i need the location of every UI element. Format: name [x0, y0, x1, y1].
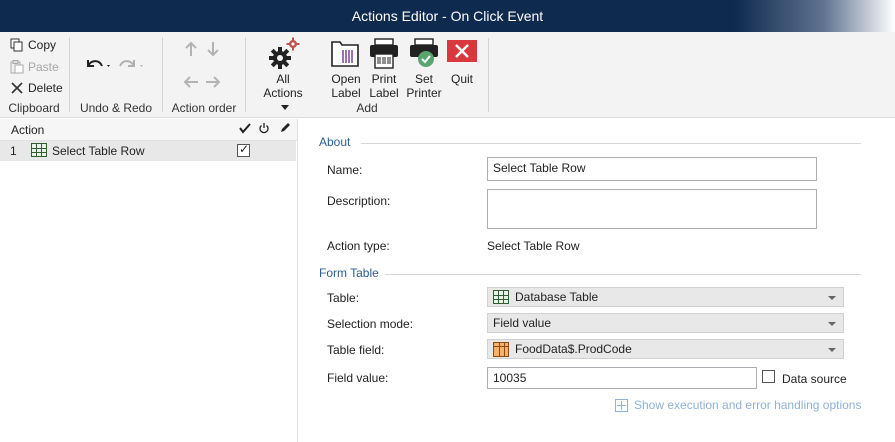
- chevron-down-icon: [828, 296, 836, 300]
- set-printer-button[interactable]: Set Printer: [404, 36, 444, 100]
- copy-button[interactable]: Copy: [10, 35, 56, 55]
- chevron-down-icon: [828, 348, 836, 352]
- move-up-icon: [185, 41, 197, 56]
- print-label-line2: Label: [369, 86, 399, 100]
- set-printer-icon: [407, 36, 441, 70]
- paste-label: Paste: [28, 60, 59, 74]
- section-divider: [361, 143, 861, 144]
- print-label-line1: Print: [371, 72, 397, 86]
- selection-mode-value: Field value: [493, 316, 552, 330]
- action-type-value: Select Table Row: [487, 239, 580, 253]
- description-label: Description:: [327, 194, 391, 208]
- selection-mode-label: Selection mode:: [327, 317, 414, 331]
- about-section-title: About: [319, 135, 351, 149]
- paste-button[interactable]: Paste: [10, 57, 59, 77]
- open-label-line2: Label: [331, 86, 361, 100]
- table-field-select[interactable]: FoodData$.ProdCode: [487, 339, 844, 359]
- quit-button[interactable]: Quit: [444, 36, 480, 86]
- all-actions-gear-icon: [266, 36, 300, 70]
- move-left-icon: [183, 76, 198, 88]
- move-down-button[interactable]: [205, 41, 221, 60]
- properties-pane: About Name: Select Table Row Description…: [299, 119, 895, 442]
- copy-icon: [10, 38, 24, 52]
- description-textarea[interactable]: [487, 189, 817, 229]
- all-actions-label-line1: All: [276, 72, 290, 86]
- check-icon: [238, 122, 252, 136]
- form-table-section-title: Form Table: [319, 266, 379, 280]
- name-input[interactable]: Select Table Row: [487, 157, 817, 181]
- open-label-line1: Open: [331, 72, 361, 86]
- table-select[interactable]: Database Table: [487, 287, 844, 307]
- set-printer-line2: Printer: [406, 86, 442, 100]
- table-field-value: FoodData$.ProdCode: [515, 342, 632, 356]
- table-select-value: Database Table: [515, 290, 599, 304]
- print-label-icon: [367, 36, 401, 70]
- table-icon: [493, 290, 509, 304]
- move-right-button[interactable]: [205, 74, 221, 93]
- data-source-label: Data source: [782, 372, 847, 386]
- name-label: Name:: [327, 163, 363, 177]
- set-printer-line1: Set: [414, 72, 433, 86]
- table-label: Table:: [327, 291, 360, 305]
- plus-icon: [615, 398, 628, 412]
- section-divider: [385, 274, 861, 275]
- pencil-icon: [278, 122, 292, 136]
- action-row-label: Select Table Row: [52, 144, 145, 158]
- action-enabled-checkbox[interactable]: [237, 142, 250, 157]
- undo-button[interactable]: [83, 56, 113, 74]
- data-source-checkbox[interactable]: [762, 370, 775, 383]
- undo-icon: [87, 60, 110, 67]
- action-row-number: 1: [10, 144, 17, 158]
- chevron-down-icon: [828, 322, 836, 326]
- delete-icon: [10, 81, 24, 95]
- move-up-button[interactable]: [183, 41, 199, 60]
- clipboard-group: Copy Paste Delete Clipboard: [0, 32, 68, 118]
- field-icon: [493, 341, 509, 357]
- add-group-label: Add: [356, 101, 378, 115]
- move-right-icon: [206, 76, 221, 88]
- action-row[interactable]: 1 Select Table Row: [0, 141, 296, 161]
- quit-label: Quit: [450, 72, 473, 86]
- delete-label: Delete: [28, 81, 63, 95]
- redo-button[interactable]: [117, 56, 147, 74]
- show-options-link[interactable]: Show execution and error handling option…: [615, 398, 861, 412]
- add-group: All Actions Open Label Print Label Set P…: [246, 32, 488, 118]
- action-list-header: Action: [0, 119, 297, 141]
- show-options-label: Show execution and error handling option…: [634, 398, 862, 412]
- clipboard-group-label: Clipboard: [8, 101, 60, 115]
- redo-icon: [119, 60, 143, 67]
- power-icon: [257, 122, 271, 136]
- selection-mode-select[interactable]: Field value: [487, 313, 844, 333]
- paste-icon: [10, 60, 24, 74]
- print-label-button[interactable]: Print Label: [366, 36, 402, 100]
- action-type-label: Action type:: [327, 239, 390, 253]
- quit-icon: [445, 36, 479, 70]
- open-label-icon: [329, 36, 363, 70]
- action-column-header: Action: [11, 123, 45, 137]
- open-label-button[interactable]: Open Label: [328, 36, 364, 100]
- delete-button[interactable]: Delete: [10, 78, 63, 98]
- table-field-label: Table field:: [327, 343, 385, 357]
- action-order-group-label: Action order: [171, 101, 237, 115]
- all-actions-label-line2: Actions: [263, 86, 303, 100]
- action-order-group: Action order: [163, 32, 245, 118]
- table-icon: [31, 143, 47, 160]
- action-list-pane: Action 1 Select Table Row: [0, 119, 298, 442]
- field-value-label: Field value:: [327, 371, 389, 385]
- move-down-icon: [207, 42, 219, 57]
- field-value-input[interactable]: 10035: [487, 367, 757, 389]
- undo-redo-group: Undo & Redo: [70, 32, 162, 118]
- ribbon-separator: [488, 38, 489, 112]
- window-title: Actions Editor - On Click Event: [0, 0, 895, 32]
- ribbon: Copy Paste Delete Clipboard Undo & Redo …: [0, 32, 895, 118]
- copy-label: Copy: [28, 38, 57, 52]
- undo-redo-group-label: Undo & Redo: [79, 101, 153, 115]
- move-left-button[interactable]: [183, 74, 199, 93]
